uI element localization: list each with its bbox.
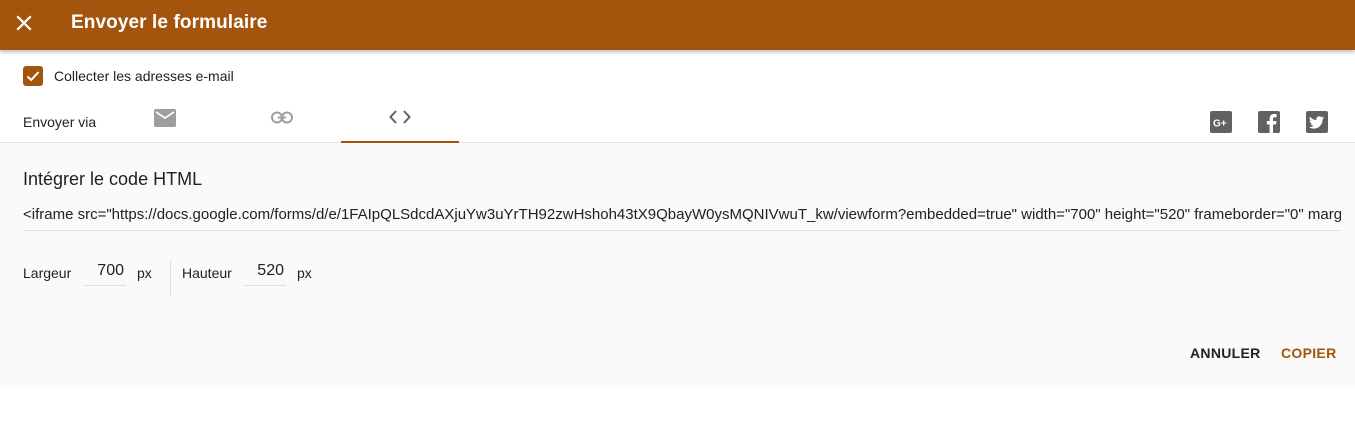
embed-section-title: Intégrer le code HTML <box>23 169 203 189</box>
close-icon <box>16 15 32 31</box>
height-input[interactable]: 520 <box>243 262 286 286</box>
send-options: Collecter les adresses e-mail Envoyer vi… <box>0 50 1355 143</box>
collect-emails-label: Collecter les adresses e-mail <box>54 68 234 84</box>
dimension-divider <box>170 260 171 296</box>
twitter-icon <box>1306 111 1328 133</box>
height-label: Hauteur <box>182 265 232 281</box>
width-input[interactable]: 700 <box>83 262 126 286</box>
copy-button[interactable]: COPIER <box>1281 345 1336 361</box>
embed-code-field[interactable]: <iframe src="https://docs.google.com/for… <box>23 206 1341 231</box>
tab-email[interactable] <box>106 100 224 143</box>
google-plus-icon: G+ <box>1210 111 1232 133</box>
email-icon <box>154 109 176 127</box>
dialog-header: Envoyer le formulaire <box>0 0 1355 50</box>
svg-text:G+: G+ <box>1213 119 1227 130</box>
send-form-dialog: Envoyer le formulaire Collecter les adre… <box>0 0 1355 387</box>
collect-emails-checkbox[interactable] <box>23 66 43 86</box>
send-via-label: Envoyer via <box>23 114 97 130</box>
width-unit: px <box>137 265 152 281</box>
height-unit: px <box>297 265 312 281</box>
share-twitter-button[interactable] <box>1306 111 1328 133</box>
share-facebook-button[interactable] <box>1258 111 1280 133</box>
checkmark-icon <box>26 71 40 82</box>
code-embed-icon <box>389 110 411 124</box>
width-label: Largeur <box>23 265 72 281</box>
tab-embed-html[interactable] <box>341 100 459 143</box>
facebook-icon <box>1258 111 1280 133</box>
link-icon <box>271 111 293 124</box>
dialog-title: Envoyer le formulaire <box>71 12 268 33</box>
cancel-button[interactable]: ANNULER <box>1190 345 1261 361</box>
tab-link[interactable] <box>223 100 341 143</box>
share-google-plus-button[interactable]: G+ <box>1210 111 1232 133</box>
close-button[interactable] <box>12 11 36 35</box>
